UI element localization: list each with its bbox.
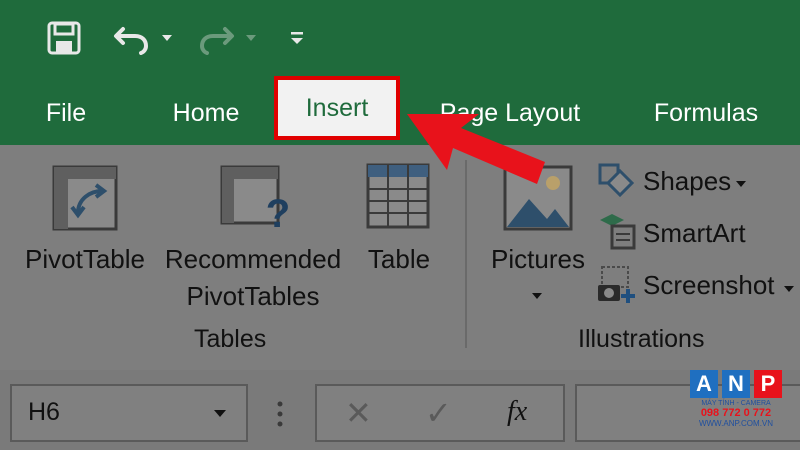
screenshot-dropdown-icon[interactable] [782,281,796,299]
save-icon[interactable] [44,18,84,58]
watermark-letter-p: P [754,370,782,398]
annotation-arrow-icon [407,114,545,184]
watermark-line3: WWW.ANP.COM.VN [698,419,774,428]
tab-home[interactable]: Home [160,88,252,138]
customize-qat-icon[interactable] [284,18,310,58]
pivottable-button[interactable]: PivotTable [20,244,150,275]
watermark-line2: 098 772 0 772 [700,407,772,419]
smartart-button[interactable]: SmartArt [643,218,746,249]
tab-insert[interactable]: Insert [274,76,400,140]
pivottable-icon [52,165,118,236]
watermark-line1: MÁY TÍNH - CAMERA [701,400,771,407]
name-box[interactable]: H6 [10,384,248,442]
redo-dropdown-icon[interactable] [240,18,262,58]
formula-controls: ✕ ✓ fx [315,384,565,442]
smartart-icon [598,212,638,255]
undo-dropdown-icon[interactable] [156,18,178,58]
undo-icon[interactable] [112,18,152,58]
screenshot-icon [596,265,638,310]
pictures-button[interactable]: Pictures [484,244,592,275]
watermark-logo: A N P MÁY TÍNH - CAMERA 098 772 0 772 WW… [690,370,790,440]
enter-icon[interactable]: ✓ [425,394,452,432]
tab-file[interactable]: File [30,88,102,138]
table-button[interactable]: Table [358,244,440,275]
recommended-pivottables-label-1[interactable]: Recommended [158,244,348,275]
formula-bar-grip-icon[interactable] [276,400,284,433]
tab-formulas[interactable]: Formulas [636,88,776,138]
name-box-dropdown-icon[interactable] [212,408,228,420]
svg-text:?: ? [266,192,290,233]
cancel-icon[interactable]: ✕ [345,394,372,432]
insert-function-icon[interactable]: fx [507,396,527,428]
illustrations-group-label: Illustrations [578,325,705,353]
name-box-value: H6 [28,398,60,426]
screenshot-button[interactable]: Screenshot [643,270,775,301]
tables-group-label: Tables [194,325,267,353]
shapes-icon [598,163,636,202]
pictures-dropdown-icon[interactable] [530,288,544,306]
recommended-pivottables-label-2[interactable]: PivotTables [158,281,348,312]
shapes-dropdown-icon[interactable] [734,176,748,194]
watermark-letter-a: A [690,370,718,398]
shapes-button[interactable]: Shapes [643,166,731,197]
watermark-letter-n: N [722,370,750,398]
redo-icon[interactable] [196,18,236,58]
recommended-pivottables-icon: ? [220,165,296,238]
